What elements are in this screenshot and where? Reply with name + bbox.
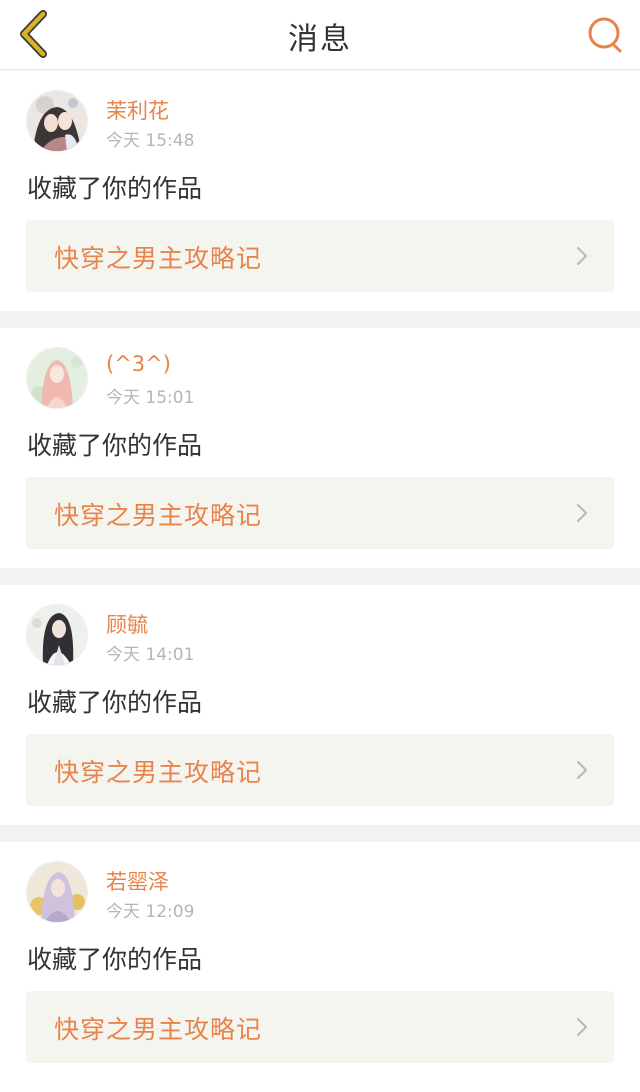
separator xyxy=(0,568,640,585)
avatar[interactable] xyxy=(26,604,88,666)
username[interactable]: 茉利花 xyxy=(106,95,169,125)
header-bar: 消息 xyxy=(0,0,640,70)
search-icon xyxy=(588,17,622,53)
notification-list: 茉利花 今天 15:48 收藏了你的作品 快穿之男主攻略记 (^3^) 今天 1… xyxy=(0,71,640,1082)
activity-text: 收藏了你的作品 xyxy=(27,174,203,203)
notification-card: 顾毓 今天 14:01 收藏了你的作品 快穿之男主攻略记 xyxy=(0,585,640,825)
avatar[interactable] xyxy=(26,347,88,409)
work-link[interactable]: 快穿之男主攻略记 xyxy=(26,734,614,806)
chevron-right-icon xyxy=(577,761,587,779)
separator xyxy=(0,825,640,842)
work-title: 快穿之男主攻略记 xyxy=(54,501,263,530)
chevron-left-icon xyxy=(20,10,47,58)
notification-card: (^3^) 今天 15:01 收藏了你的作品 快穿之男主攻略记 xyxy=(0,328,640,568)
activity-text: 收藏了你的作品 xyxy=(27,688,203,717)
timestamp: 今天 12:09 xyxy=(106,902,195,922)
username[interactable]: 顾毓 xyxy=(106,609,148,639)
timestamp: 今天 14:01 xyxy=(106,645,195,665)
separator xyxy=(0,311,640,328)
chevron-right-icon xyxy=(577,1018,587,1036)
username[interactable]: (^3^) xyxy=(106,352,171,376)
chevron-right-icon xyxy=(577,504,587,522)
chevron-right-icon xyxy=(577,247,587,265)
work-title: 快穿之男主攻略记 xyxy=(54,244,263,273)
back-button[interactable] xyxy=(10,8,58,60)
search-button[interactable] xyxy=(582,12,628,58)
activity-text: 收藏了你的作品 xyxy=(27,431,203,460)
activity-text: 收藏了你的作品 xyxy=(27,945,203,974)
work-link[interactable]: 快穿之男主攻略记 xyxy=(26,477,614,549)
work-title: 快穿之男主攻略记 xyxy=(54,1015,263,1044)
work-title: 快穿之男主攻略记 xyxy=(54,758,263,787)
timestamp: 今天 15:01 xyxy=(106,388,195,408)
work-link[interactable]: 快穿之男主攻略记 xyxy=(26,220,614,292)
notification-card: 茉利花 今天 15:48 收藏了你的作品 快穿之男主攻略记 xyxy=(0,71,640,311)
work-link[interactable]: 快穿之男主攻略记 xyxy=(26,991,614,1063)
username[interactable]: 若罂泽 xyxy=(106,866,169,896)
notification-card: 若罂泽 今天 12:09 收藏了你的作品 快穿之男主攻略记 xyxy=(0,842,640,1082)
timestamp: 今天 15:48 xyxy=(106,131,195,151)
page-title: 消息 xyxy=(288,22,352,57)
avatar[interactable] xyxy=(26,90,88,152)
avatar[interactable] xyxy=(26,861,88,923)
